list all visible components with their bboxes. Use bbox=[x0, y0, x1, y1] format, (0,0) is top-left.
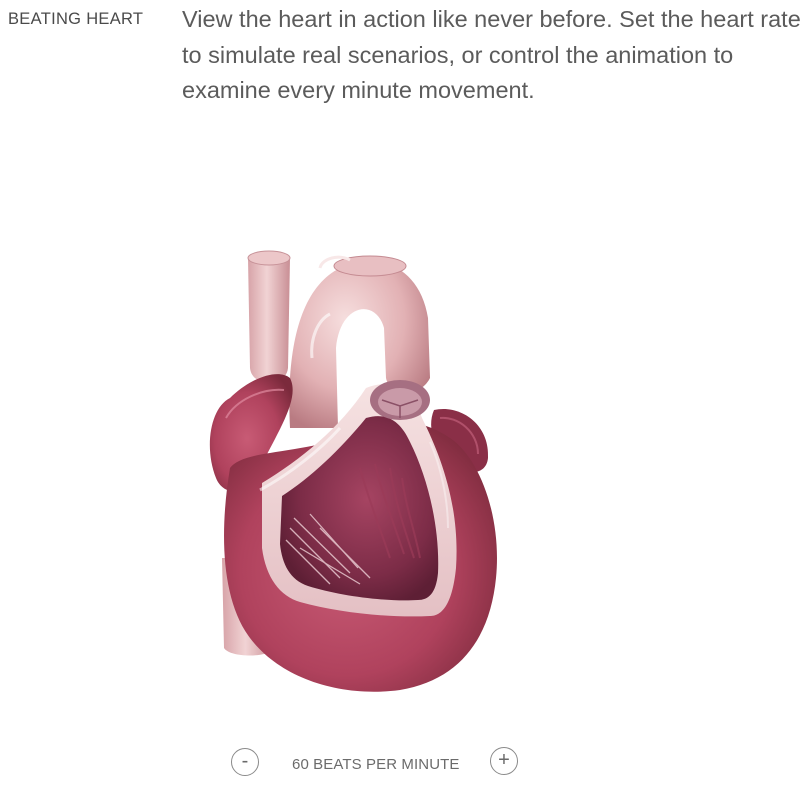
beating-heart-section: BEATING HEART View the heart in action l… bbox=[0, 0, 812, 789]
section-label: BEATING HEART bbox=[8, 10, 144, 28]
plus-icon: + bbox=[498, 749, 510, 771]
decrease-rate-button[interactable]: - bbox=[231, 748, 259, 776]
increase-rate-button[interactable]: + bbox=[490, 747, 518, 775]
heart-illustration bbox=[209, 250, 497, 692]
heart-rate-readout: 60 BEATS PER MINUTE bbox=[292, 756, 460, 773]
heart-rate-controls: - 60 BEATS PER MINUTE + bbox=[0, 745, 812, 781]
minus-icon: - bbox=[241, 750, 249, 772]
section-description: View the heart in action like never befo… bbox=[182, 6, 801, 103]
heart-animation[interactable] bbox=[190, 228, 560, 718]
